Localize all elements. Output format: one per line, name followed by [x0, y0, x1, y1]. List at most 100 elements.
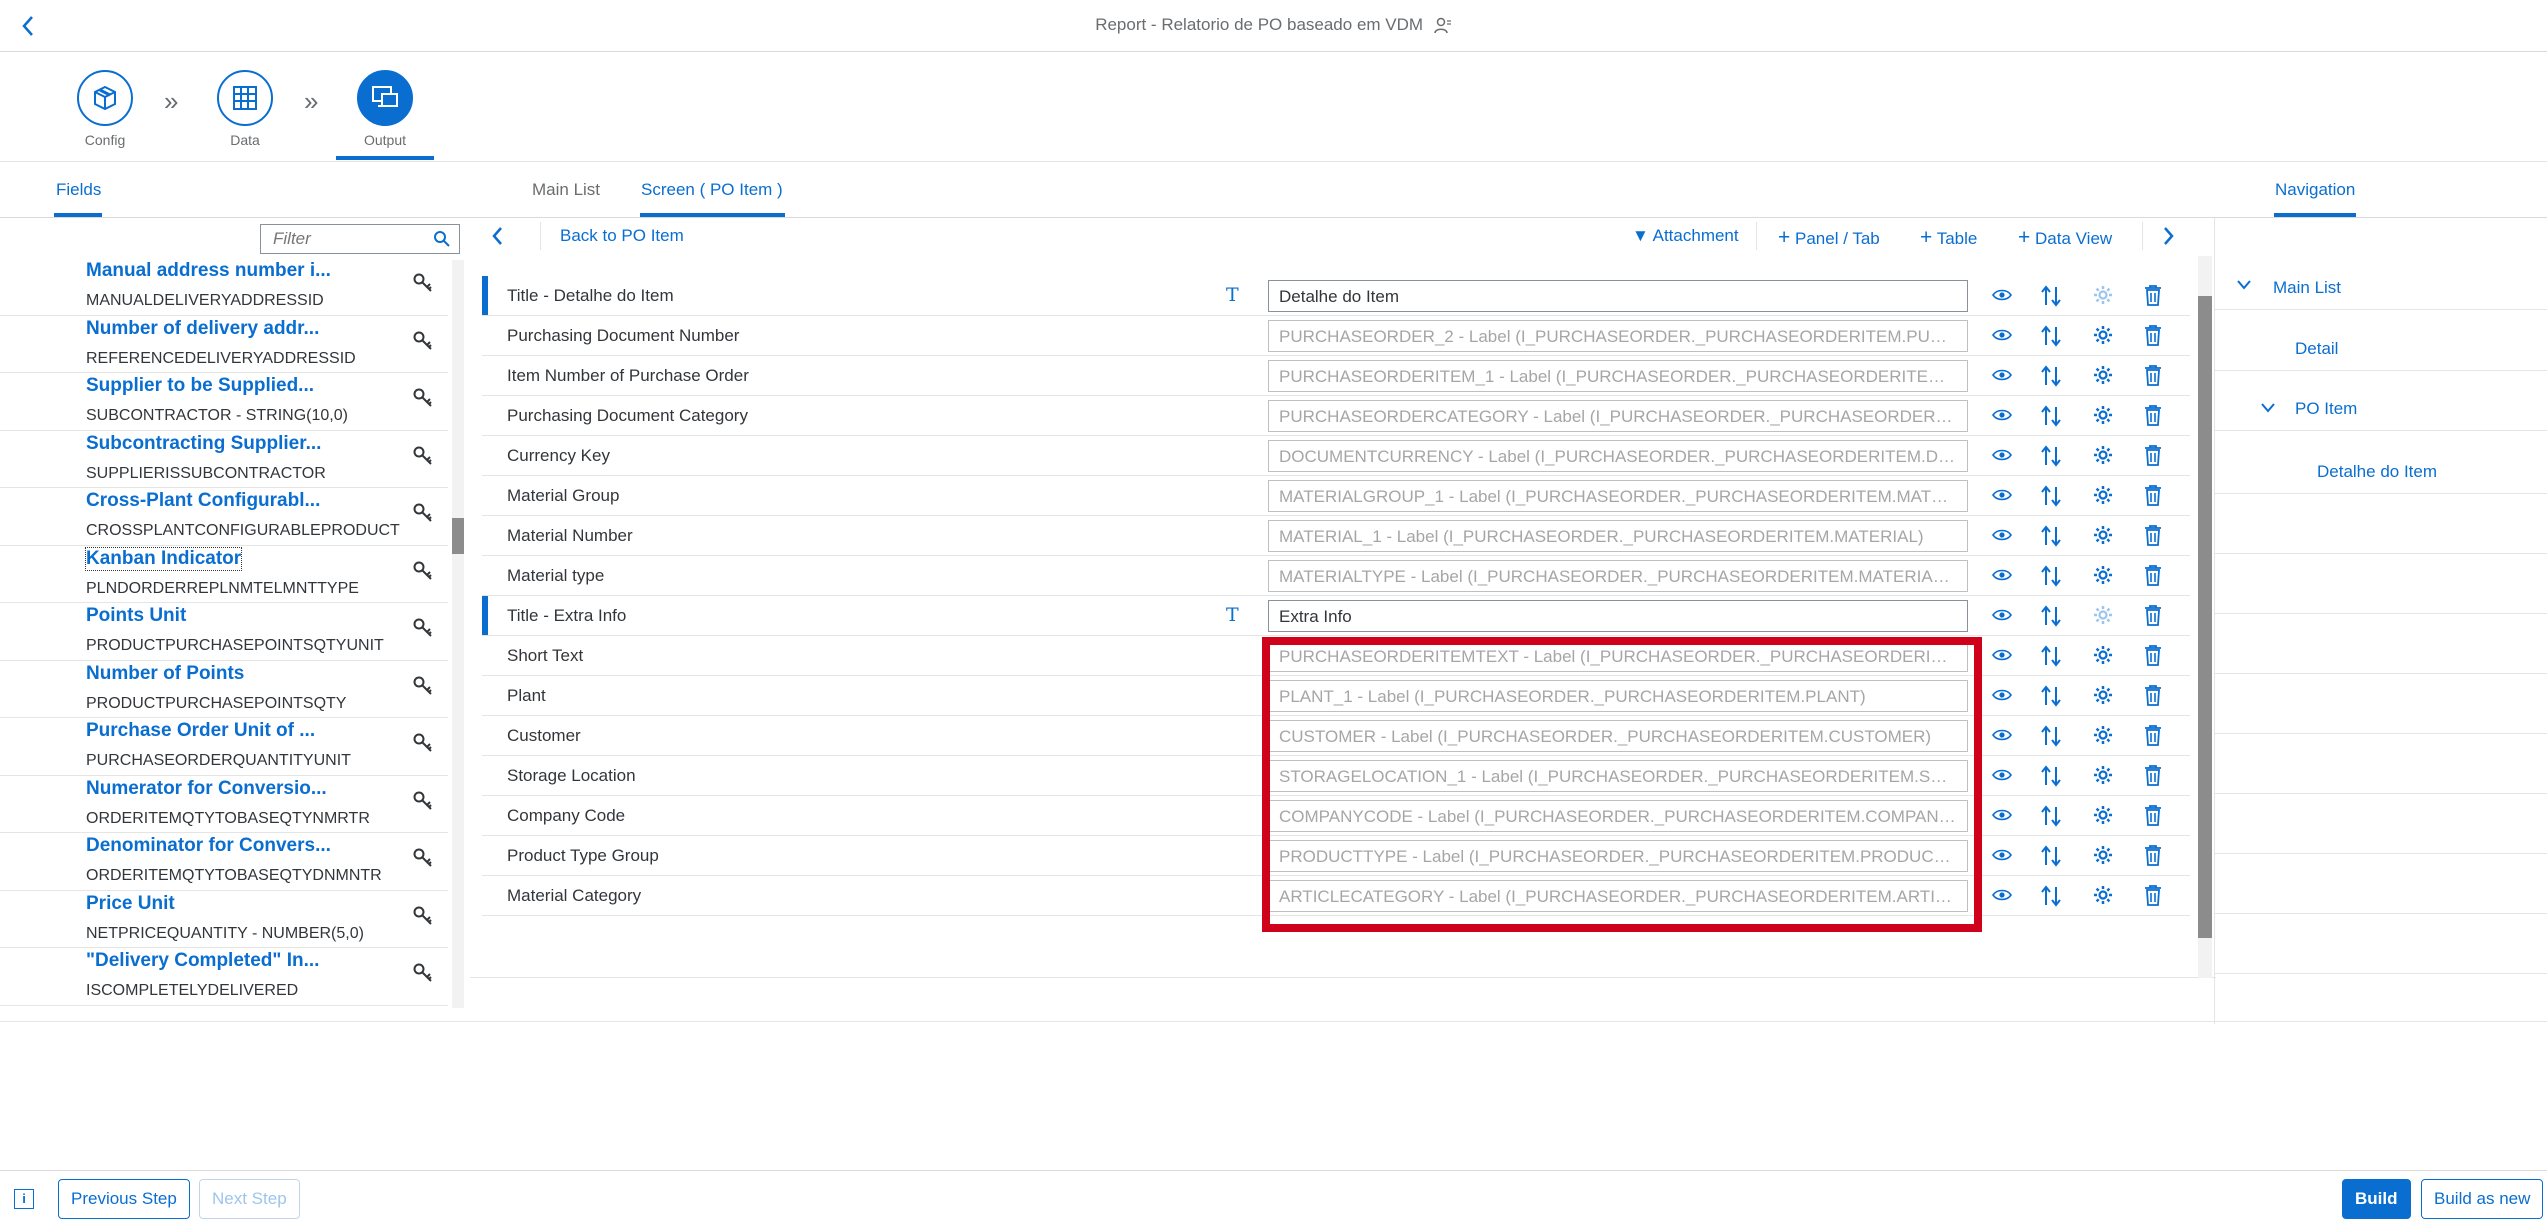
- row-label-input[interactable]: Extra Info: [1268, 600, 1968, 632]
- field-item[interactable]: Number of delivery addr... REFERENCEDELIV…: [0, 316, 448, 373]
- settings-icon[interactable]: [2092, 404, 2114, 431]
- field-name[interactable]: Points Unit: [86, 605, 186, 627]
- row-label-input[interactable]: STORAGELOCATION_1 - Label (I_PURCHASEORD…: [1268, 760, 1968, 792]
- delete-icon[interactable]: [2144, 444, 2162, 471]
- layout-title-row[interactable]: Title - Detalhe do Item T Detalhe do Item: [482, 276, 2190, 316]
- row-label-input[interactable]: MATERIALTYPE - Label (I_PURCHASEORDER._P…: [1268, 560, 1968, 592]
- wizard-step-data[interactable]: Data: [200, 70, 290, 148]
- field-name[interactable]: Number of delivery addr...: [86, 318, 319, 340]
- settings-icon[interactable]: [2092, 844, 2114, 871]
- delete-icon[interactable]: [2144, 524, 2162, 551]
- row-label-input[interactable]: DOCUMENTCURRENCY - Label (I_PURCHASEORDE…: [1268, 440, 1968, 472]
- layout-title-row[interactable]: Title - Extra Info T Extra Info: [482, 596, 2190, 636]
- key-icon[interactable]: [412, 560, 434, 587]
- layout-field-row[interactable]: Plant PLANT_1 - Label (I_PURCHASEORDER._P…: [482, 676, 2190, 716]
- field-item[interactable]: Supplier to be Supplied... SUBCONTRACTOR …: [0, 373, 448, 431]
- field-name[interactable]: Cross-Plant Configurabl...: [86, 490, 320, 512]
- fields-scrollbar[interactable]: [452, 260, 464, 1008]
- row-label-input[interactable]: COMPANYCODE - Label (I_PURCHASEORDER._PU…: [1268, 800, 1968, 832]
- key-icon[interactable]: [412, 790, 434, 817]
- field-item[interactable]: Kanban Indicator PLNDORDERREPLNMTELMNTTYP…: [0, 546, 448, 603]
- settings-icon[interactable]: [2092, 644, 2114, 671]
- field-name[interactable]: Supplier to be Supplied...: [86, 375, 314, 397]
- row-label-input[interactable]: CUSTOMER - Label (I_PURCHASEORDER._PURCH…: [1268, 720, 1968, 752]
- eye-icon[interactable]: [1992, 728, 2012, 747]
- field-name[interactable]: Price Unit: [86, 893, 175, 915]
- row-label-input[interactable]: MATERIAL_1 - Label (I_PURCHASEORDER._PUR…: [1268, 520, 1968, 552]
- eye-icon[interactable]: [1992, 288, 2012, 307]
- field-name[interactable]: Denominator for Convers...: [86, 835, 331, 857]
- layout-field-row[interactable]: Product Type Group PRODUCTTYPE - Label (I…: [482, 836, 2190, 876]
- key-icon[interactable]: [412, 330, 434, 357]
- layout-field-row[interactable]: Material Number MATERIAL_1 - Label (I_PUR…: [482, 516, 2190, 556]
- settings-icon[interactable]: [2092, 564, 2114, 591]
- key-icon[interactable]: [412, 272, 434, 299]
- delete-icon[interactable]: [2144, 684, 2162, 711]
- eye-icon[interactable]: [1992, 688, 2012, 707]
- settings-icon[interactable]: [2092, 884, 2114, 911]
- chevron-down-icon[interactable]: [2259, 401, 2277, 420]
- key-icon[interactable]: [412, 962, 434, 989]
- field-item[interactable]: Number of Points PRODUCTPURCHASEPOINTSQTY: [0, 661, 448, 718]
- sort-icon[interactable]: [2040, 524, 2062, 553]
- build-button[interactable]: Build: [2342, 1179, 2411, 1219]
- layout-field-row[interactable]: Item Number of Purchase Order PURCHASEORD…: [482, 356, 2190, 396]
- key-icon[interactable]: [412, 905, 434, 932]
- field-item[interactable]: Price Unit NETPRICEQUANTITY - NUMBER(5,0): [0, 891, 448, 948]
- key-icon[interactable]: [412, 617, 434, 644]
- settings-icon[interactable]: [2092, 804, 2114, 831]
- field-name[interactable]: Kanban Indicator: [84, 546, 243, 571]
- row-label-input[interactable]: PRODUCTTYPE - Label (I_PURCHASEORDER._PU…: [1268, 840, 1968, 872]
- settings-icon[interactable]: [2092, 284, 2114, 311]
- key-icon[interactable]: [412, 387, 434, 414]
- sort-icon[interactable]: [2040, 644, 2062, 673]
- sort-icon[interactable]: [2040, 364, 2062, 393]
- row-label-input[interactable]: PURCHASEORDERITEMTEXT - Label (I_PURCHAS…: [1268, 640, 1968, 672]
- sort-icon[interactable]: [2040, 844, 2062, 873]
- row-label-input[interactable]: Detalhe do Item: [1268, 280, 1968, 312]
- chevron-left-icon[interactable]: [490, 224, 504, 253]
- eye-icon[interactable]: [1992, 608, 2012, 627]
- sort-icon[interactable]: [2040, 324, 2062, 353]
- row-label-input[interactable]: ARTICLECATEGORY - Label (I_PURCHASEORDER…: [1268, 880, 1968, 912]
- sort-icon[interactable]: [2040, 444, 2062, 473]
- add-panel-tab-button[interactable]: + Panel / Tab: [1778, 226, 1880, 250]
- add-data-view-button[interactable]: + Data View: [2018, 226, 2112, 250]
- field-name[interactable]: Subcontracting Supplier...: [86, 433, 321, 455]
- key-icon[interactable]: [412, 445, 434, 472]
- scrollbar-thumb[interactable]: [2198, 296, 2212, 938]
- row-label-input[interactable]: PURCHASEORDER_2 - Label (I_PURCHASEORDER…: [1268, 320, 1968, 352]
- row-label-input[interactable]: PURCHASEORDERITEM_1 - Label (I_PURCHASEO…: [1268, 360, 1968, 392]
- settings-icon[interactable]: [2092, 484, 2114, 511]
- delete-icon[interactable]: [2144, 284, 2162, 311]
- build-as-new-button[interactable]: Build as new: [2421, 1179, 2544, 1219]
- settings-icon[interactable]: [2092, 684, 2114, 711]
- sort-icon[interactable]: [2040, 604, 2062, 633]
- sort-icon[interactable]: [2040, 404, 2062, 433]
- field-item[interactable]: Subcontracting Supplier... SUPPLIERISSUBC…: [0, 431, 448, 488]
- settings-icon[interactable]: [2092, 364, 2114, 391]
- field-name[interactable]: Purchase Order Unit of ...: [86, 720, 315, 742]
- layout-field-row[interactable]: Customer CUSTOMER - Label (I_PURCHASEORDE…: [482, 716, 2190, 756]
- settings-icon[interactable]: [2092, 524, 2114, 551]
- scrollbar-thumb[interactable]: [452, 518, 464, 554]
- wizard-step-output[interactable]: Output: [340, 70, 430, 148]
- layout-field-row[interactable]: Currency Key DOCUMENTCURRENCY - Label (I_…: [482, 436, 2190, 476]
- eye-icon[interactable]: [1992, 768, 2012, 787]
- eye-icon[interactable]: [1992, 648, 2012, 667]
- eye-icon[interactable]: [1992, 568, 2012, 587]
- delete-icon[interactable]: [2144, 604, 2162, 631]
- back-to-po-item-link[interactable]: Back to PO Item: [560, 226, 684, 246]
- editor-scrollbar[interactable]: [2198, 256, 2212, 978]
- row-label-input[interactable]: PURCHASEORDERCATEGORY - Label (I_PURCHAS…: [1268, 400, 1968, 432]
- field-item[interactable]: Cross-Plant Configurabl... CROSSPLANTCONF…: [0, 488, 448, 546]
- field-item[interactable]: Denominator for Convers... ORDERITEMQTYTO…: [0, 833, 448, 891]
- delete-icon[interactable]: [2144, 764, 2162, 791]
- delete-icon[interactable]: [2144, 324, 2162, 351]
- eye-icon[interactable]: [1992, 408, 2012, 427]
- field-item[interactable]: Manual address number i... MANUALDELIVERY…: [0, 260, 448, 316]
- layout-field-row[interactable]: Purchasing Document Category PURCHASEORDE…: [482, 396, 2190, 436]
- eye-icon[interactable]: [1992, 488, 2012, 507]
- field-item[interactable]: "Delivery Completed" In... ISCOMPLETELYDE…: [0, 948, 448, 1006]
- info-icon[interactable]: i: [14, 1189, 34, 1209]
